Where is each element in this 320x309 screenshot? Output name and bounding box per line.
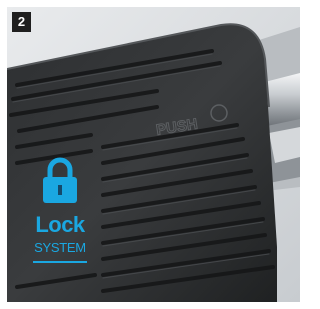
system-word: SYSTEM (34, 240, 86, 255)
product-photo-frame: PUSH Lock SYSTEM 2 (0, 0, 306, 309)
pedal-photo: PUSH Lock SYSTEM (7, 7, 300, 302)
lock-word: Lock (35, 212, 85, 237)
logo-underline (33, 261, 87, 263)
padlock-icon (43, 157, 77, 203)
step-number-badge: 2 (12, 12, 31, 32)
lock-system-logo: Lock SYSTEM (31, 157, 89, 273)
